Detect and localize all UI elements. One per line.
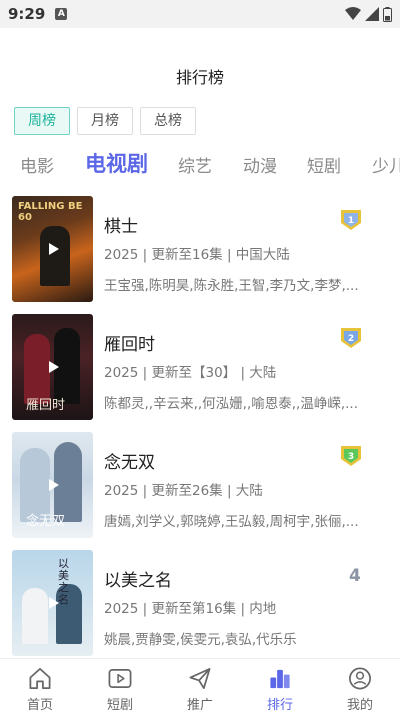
item-meta: 2025 | 更新至第16集 | 内地	[104, 601, 277, 617]
play-icon	[48, 479, 59, 491]
rank-number: 3	[348, 452, 354, 462]
item-meta: 2025 | 更新至16集 | 中国大陆	[104, 247, 290, 263]
tab-anime[interactable]: 动漫	[243, 152, 277, 177]
poster-image[interactable]: FALLING BE 60	[12, 196, 93, 302]
nav-profile[interactable]: 我的	[320, 659, 400, 713]
nav-short-drama[interactable]: 短剧	[80, 659, 160, 713]
tab-monthly[interactable]: 月榜	[77, 107, 133, 135]
rank-badge-bronze-icon: 3	[341, 446, 361, 466]
play-box-icon	[108, 668, 132, 689]
nav-label: 首页	[26, 698, 53, 713]
rank-badge-gold-icon: 1	[341, 210, 361, 230]
status-time: 9:29	[8, 5, 46, 23]
status-bar: 9:29 A	[0, 0, 400, 28]
item-title: 念无双	[104, 453, 155, 473]
list-item[interactable]: 雁回时 雁回时 2025 | 更新至【30】 | 大陆 陈都灵,,辛云来,,何泓…	[0, 314, 400, 420]
poster-image[interactable]: 以美之名	[12, 550, 93, 656]
item-meta: 2025 | 更新至【30】 | 大陆	[104, 365, 277, 381]
nav-label: 推广	[186, 698, 213, 713]
list-item[interactable]: 以美之名 以美之名 2025 | 更新至第16集 | 内地 姚晨,贾静雯,侯雯元…	[0, 550, 400, 656]
notification-icon: A	[55, 8, 68, 20]
wifi-icon	[345, 7, 361, 20]
play-icon	[48, 361, 59, 373]
poster-caption: 以美之名	[58, 557, 69, 606]
play-icon	[48, 597, 59, 609]
bottom-nav: 首页 短剧 推广 排行 我的	[0, 658, 400, 713]
item-cast: 王宝强,陈明昊,陈永胜,王智,李乃文,李梦,...	[104, 278, 359, 294]
item-cast: 唐嫣,刘学义,郭晓婷,王弘毅,周柯宇,张俪,...	[104, 514, 359, 530]
tab-weekly[interactable]: 周榜	[14, 107, 70, 135]
poster-caption: FALLING BE 60	[18, 201, 83, 223]
rank-number: 2	[348, 334, 354, 344]
rank-icon	[270, 669, 290, 689]
nav-ranking[interactable]: 排行	[240, 659, 320, 713]
tab-short-drama[interactable]: 短剧	[307, 152, 341, 177]
period-tabs: 周榜 月榜 总榜	[14, 107, 196, 135]
tab-tv-series[interactable]: 电视剧	[85, 148, 148, 178]
tab-variety[interactable]: 综艺	[178, 152, 212, 177]
tab-movie[interactable]: 电影	[20, 152, 54, 177]
tab-kids[interactable]: 少儿	[372, 152, 400, 177]
nav-promote[interactable]: 推广	[160, 659, 240, 713]
poster-image[interactable]: 雁回时	[12, 314, 93, 420]
rank-number: 4	[349, 566, 361, 586]
rank-badge-silver-icon: 2	[341, 328, 361, 348]
page-title: 排行榜	[175, 68, 224, 87]
nav-label: 排行	[266, 698, 293, 713]
user-icon	[349, 667, 371, 690]
nav-label: 短剧	[106, 698, 133, 713]
item-meta: 2025 | 更新至26集 | 大陆	[104, 483, 263, 499]
paper-plane-icon	[189, 668, 211, 689]
home-icon	[29, 668, 51, 689]
item-title: 雁回时	[104, 335, 155, 355]
nav-label: 我的	[346, 698, 373, 713]
poster-caption: 念无双	[26, 514, 66, 529]
poster-image[interactable]: 念无双	[12, 432, 93, 538]
category-tabs: 电影 电视剧 综艺 动漫 短剧 少儿	[0, 148, 400, 184]
item-cast: 陈都灵,,辛云来,,何泓姗,,喻恩泰,,温峥嵘,...	[104, 396, 358, 412]
nav-home[interactable]: 首页	[0, 659, 80, 713]
battery-icon	[383, 6, 392, 22]
item-cast: 姚晨,贾静雯,侯雯元,袁弘,代乐乐	[104, 632, 297, 648]
list-item[interactable]: 念无双 念无双 2025 | 更新至26集 | 大陆 唐嫣,刘学义,郭晓婷,王弘…	[0, 432, 400, 538]
poster-caption: 雁回时	[26, 398, 66, 413]
signal-icon	[365, 7, 379, 21]
item-title: 以美之名	[104, 571, 172, 591]
play-icon	[48, 243, 59, 255]
list-item[interactable]: FALLING BE 60 棋士 2025 | 更新至16集 | 中国大陆 王宝…	[0, 196, 400, 302]
tab-total[interactable]: 总榜	[140, 107, 196, 135]
item-title: 棋士	[104, 217, 138, 237]
status-icons	[345, 6, 392, 22]
rank-number: 1	[348, 216, 354, 226]
